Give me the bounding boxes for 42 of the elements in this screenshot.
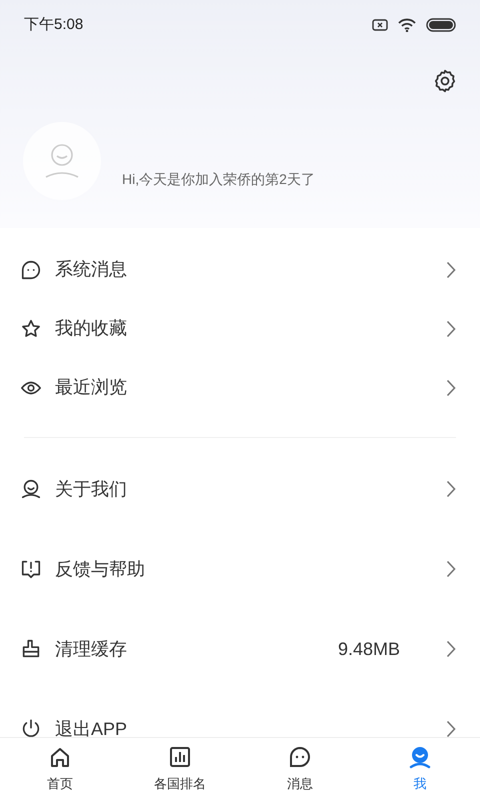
menu-item[interactable]: 系统消息 [0,240,480,299]
status-time: 下午5:08 [24,14,84,35]
chevron-right-icon [446,720,456,737]
wifi-icon [398,18,416,32]
greeting-text: Hi,今天是你加入荣侨的第2天了 [122,170,315,189]
chevron-right-icon [446,378,456,396]
menu-item[interactable]: 退出APP [0,689,480,737]
power-icon [20,718,42,737]
brush-icon [20,638,42,660]
menu-label: 清理缓存 [55,638,128,660]
battery-icon [426,18,456,32]
chat-bubble-icon [288,745,312,769]
nav-tab[interactable]: 首页 [0,738,120,800]
menu-item[interactable]: 最近浏览 [0,358,480,417]
chevron-right-icon [446,320,456,338]
chevron-right-icon [446,640,456,658]
chevron-right-icon [446,260,456,278]
person-icon [408,745,432,769]
menu-label: 最近浏览 [55,376,128,399]
sim-icon [372,19,388,31]
nav-tab[interactable]: 各国排名 [120,738,240,800]
feedback-icon [20,558,42,580]
menu-item[interactable]: 清理缓存 9.48MB [0,609,480,689]
cache-size: 9.48MB [338,638,400,660]
menu-item[interactable]: 关于我们 [0,449,480,529]
settings-icon[interactable] [432,68,458,94]
star-icon [20,318,42,340]
menu-label: 系统消息 [55,258,128,281]
nav-tab[interactable]: 消息 [240,738,360,800]
chevron-right-icon [446,560,456,578]
menu-label: 退出APP [55,718,128,737]
menu-label: 我的收藏 [55,317,128,340]
bar-chart-icon [168,745,192,769]
chevron-right-icon [446,480,456,498]
menu-label: 反馈与帮助 [55,558,146,580]
chat-bubble-icon [20,258,42,280]
nav-tab[interactable]: 我 [360,738,480,800]
person-icon [20,478,42,500]
menu-item[interactable]: 我的收藏 [0,299,480,358]
menu-label: 关于我们 [55,478,128,500]
menu-item[interactable]: 反馈与帮助 [0,529,480,609]
home-icon [48,745,72,769]
